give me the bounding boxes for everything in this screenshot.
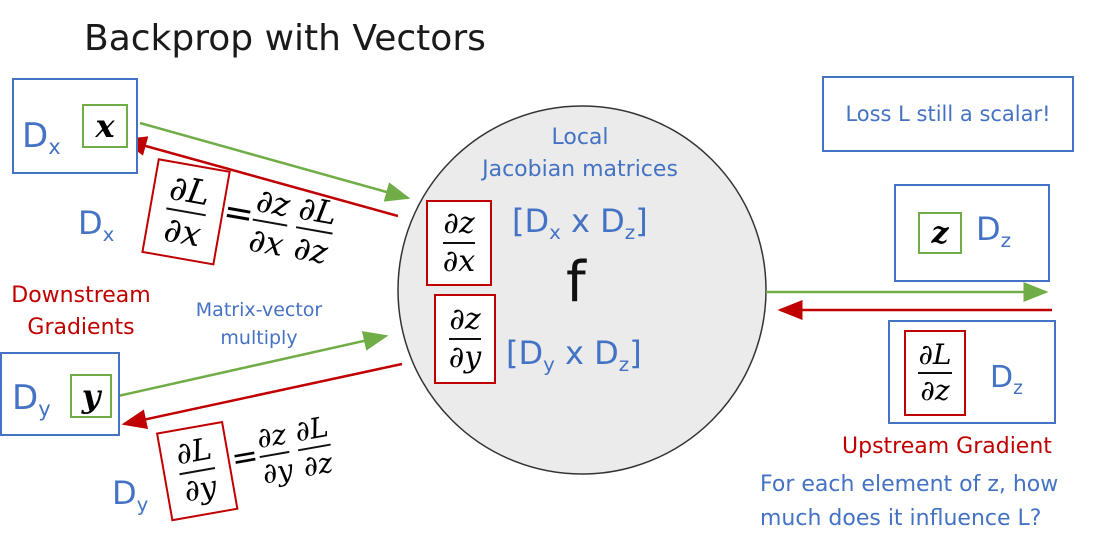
dl-dy-box: ∂L ∂y bbox=[155, 420, 239, 522]
downstream-gradients-label: Downstream Gradients bbox=[6, 280, 156, 344]
x-input-box: Dx x bbox=[12, 78, 138, 174]
dx-den: ∂x bbox=[245, 220, 287, 264]
downstream-line2: Gradients bbox=[27, 315, 135, 340]
jx-sub2: z bbox=[624, 220, 636, 244]
jac-dz-num-y: ∂z bbox=[449, 302, 481, 337]
jx-close: ] bbox=[635, 202, 648, 240]
jac-dy-den: ∂y bbox=[448, 340, 482, 375]
z-dimension-label: Dz bbox=[976, 210, 1011, 252]
dy-den-y: ∂y bbox=[259, 452, 296, 491]
jy-sub1: y bbox=[543, 352, 555, 376]
influence-question: For each element of z, how much does it … bbox=[760, 468, 1058, 536]
dy-sub-2: y bbox=[136, 492, 149, 516]
up-dl-num: ∂L bbox=[918, 338, 952, 371]
y-dimension-label: Dy bbox=[12, 378, 51, 422]
jacobian-x-dims: [Dx x Dz] bbox=[512, 202, 648, 244]
upstream-dimension-label: Dz bbox=[990, 360, 1023, 399]
loss-scalar-note: Loss L still a scalar! bbox=[822, 76, 1074, 152]
dz-dx-dl-dz: ∂z ∂x ∂L ∂z bbox=[245, 181, 340, 272]
dz-main: D bbox=[976, 210, 1001, 248]
jac-dz-num: ∂z bbox=[443, 206, 475, 241]
dy-main: D bbox=[12, 378, 39, 418]
dz-den: ∂z bbox=[291, 228, 331, 272]
dz-sub-2: z bbox=[1013, 377, 1023, 399]
jy-close: ] bbox=[629, 334, 642, 372]
upstream-gradient-label: Upstream Gradient bbox=[842, 434, 1052, 459]
dx-main: D bbox=[22, 116, 49, 156]
dl-num-y: ∂L bbox=[292, 410, 331, 449]
dz-dy-dl-dz: ∂z ∂y ∂L ∂z bbox=[254, 410, 336, 491]
matvec-line2: multiply bbox=[220, 327, 298, 349]
dx-main-2: D bbox=[78, 204, 103, 242]
loss-note-text: Loss L still a scalar! bbox=[845, 102, 1051, 126]
dl-dx-box: ∂L ∂x bbox=[141, 158, 231, 266]
downstream-line1: Downstream bbox=[11, 283, 151, 308]
local-line2: Jacobian matrices bbox=[482, 157, 678, 182]
question-line2: much does it influence L? bbox=[760, 506, 1042, 531]
x-variable: x bbox=[95, 107, 115, 145]
matrix-vector-label: Matrix-vector multiply bbox=[186, 296, 332, 352]
question-line1: For each element of z, how bbox=[760, 472, 1059, 497]
z-variable-box: z bbox=[918, 212, 962, 254]
dl-num: ∂L bbox=[295, 188, 340, 233]
z-variable: z bbox=[931, 215, 949, 251]
dx-downstream-dimension: Dx bbox=[78, 204, 114, 246]
dz-den-y: ∂z bbox=[300, 445, 336, 484]
dz-num: ∂z bbox=[253, 181, 293, 225]
dy-main-2: D bbox=[112, 474, 137, 512]
jx-open: [D bbox=[512, 202, 550, 240]
dz-main-2: D bbox=[990, 360, 1014, 395]
dy-downstream-dimension: Dy bbox=[112, 474, 148, 516]
matvec-line1: Matrix-vector bbox=[195, 299, 323, 321]
jy-sub2: z bbox=[618, 352, 630, 376]
upstream-gradient-box: ∂L ∂z Dz bbox=[888, 320, 1056, 424]
function-f-label: f bbox=[566, 250, 586, 315]
z-output-box: z Dz bbox=[894, 184, 1050, 282]
y-variable: y bbox=[81, 377, 101, 415]
local-line1: Local bbox=[551, 125, 609, 150]
dx-sub: x bbox=[48, 134, 61, 160]
dl-numerator: ∂L bbox=[166, 167, 213, 215]
dy-denominator: ∂y bbox=[181, 469, 220, 510]
x-dimension-label: Dx bbox=[22, 116, 61, 160]
jacobian-y-dims: [Dy x Dz] bbox=[506, 334, 642, 376]
jx-sub1: x bbox=[549, 220, 561, 244]
jy-open: [D bbox=[506, 334, 544, 372]
y-input-box: Dy y bbox=[0, 352, 120, 436]
x-variable-box: x bbox=[82, 104, 128, 148]
dl-numerator-y: ∂L bbox=[173, 431, 215, 473]
dz-dx-jacobian-box: ∂z ∂x bbox=[426, 200, 492, 286]
dz-dy-jacobian-box: ∂z ∂y bbox=[434, 294, 496, 384]
up-dz-den: ∂z bbox=[920, 374, 950, 407]
jac-dx-den: ∂x bbox=[442, 244, 476, 279]
jx-mid: x D bbox=[560, 202, 625, 240]
dx-sub-2: x bbox=[102, 222, 115, 246]
dz-num-y: ∂z bbox=[254, 417, 289, 456]
dx-denominator: ∂x bbox=[160, 209, 204, 256]
y-variable-box: y bbox=[70, 374, 112, 418]
dl-dz-box: ∂L ∂z bbox=[904, 330, 966, 416]
dz-sub: z bbox=[1000, 228, 1012, 252]
jy-mid: x D bbox=[554, 334, 619, 372]
dy-sub: y bbox=[38, 396, 51, 422]
local-jacobian-label: Local Jacobian matrices bbox=[470, 122, 690, 186]
